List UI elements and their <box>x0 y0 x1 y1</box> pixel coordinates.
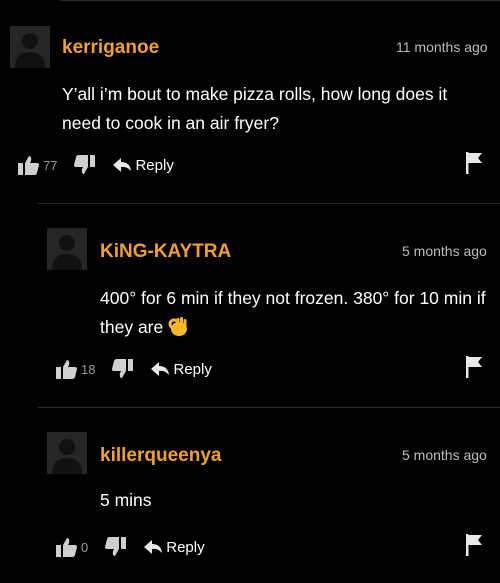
like-count: 0 <box>81 539 89 555</box>
thumbs-down-icon <box>105 537 127 556</box>
comment-text: Y’all i’m bout to make pizza rolls, how … <box>62 84 448 133</box>
flag-icon[interactable] <box>466 356 482 378</box>
thumbs-down-icon <box>74 155 96 174</box>
reply-arrow-icon <box>144 540 163 554</box>
comment-king-kaytra: KiNG-KAYTRA 5 months ago 400° for 6 min … <box>0 204 500 404</box>
avatar[interactable] <box>47 228 87 270</box>
ok-hand-emoji <box>168 317 188 336</box>
thumbs-up-icon <box>56 360 77 379</box>
avatar[interactable] <box>47 432 87 474</box>
username[interactable]: KiNG-KAYTRA <box>100 241 231 263</box>
flag-icon[interactable] <box>466 534 482 556</box>
reply-button[interactable]: Reply <box>113 156 174 174</box>
timestamp: 5 months ago <box>402 447 487 463</box>
comment-actions: 77 Reply <box>18 155 174 175</box>
dislike-button[interactable] <box>111 359 134 379</box>
reply-button[interactable]: Reply <box>144 538 205 556</box>
comment-actions: 0 Reply <box>56 537 205 557</box>
thumbs-up-icon <box>56 538 77 557</box>
like-button[interactable]: 0 <box>56 537 88 557</box>
thumbs-down-icon <box>112 359 134 378</box>
like-button[interactable]: 77 <box>18 155 57 175</box>
reply-arrow-icon <box>113 158 132 172</box>
like-button[interactable]: 18 <box>56 359 95 379</box>
comment-kerriganoe: kerriganoe 11 months ago Y’all i’m bout … <box>0 0 500 200</box>
avatar[interactable] <box>10 26 50 68</box>
comment-text: 400° for 6 min if they not frozen. 380° … <box>100 284 495 342</box>
reply-arrow-icon <box>151 362 170 376</box>
comment-actions: 18 Reply <box>56 359 212 379</box>
timestamp: 5 months ago <box>402 243 487 259</box>
reply-label: Reply <box>135 156 174 174</box>
like-count: 77 <box>43 157 58 173</box>
comment-killerqueenya: killerqueenya 5 months ago 5 mins 0 Repl… <box>0 408 500 583</box>
flag-icon[interactable] <box>466 152 482 174</box>
username[interactable]: kerriganoe <box>62 37 159 59</box>
reply-label: Reply <box>173 360 212 378</box>
comment-text-content: 400° for 6 min if they not frozen. 380° … <box>100 288 486 337</box>
dislike-button[interactable] <box>73 155 96 175</box>
like-count: 18 <box>81 361 96 377</box>
dislike-button[interactable] <box>104 537 127 557</box>
username[interactable]: killerqueenya <box>100 445 221 467</box>
thumbs-up-icon <box>18 156 39 175</box>
comment-text: 5 mins <box>100 490 152 510</box>
reply-label: Reply <box>166 538 205 556</box>
timestamp: 11 months ago <box>396 39 488 55</box>
reply-button[interactable]: Reply <box>151 360 212 378</box>
